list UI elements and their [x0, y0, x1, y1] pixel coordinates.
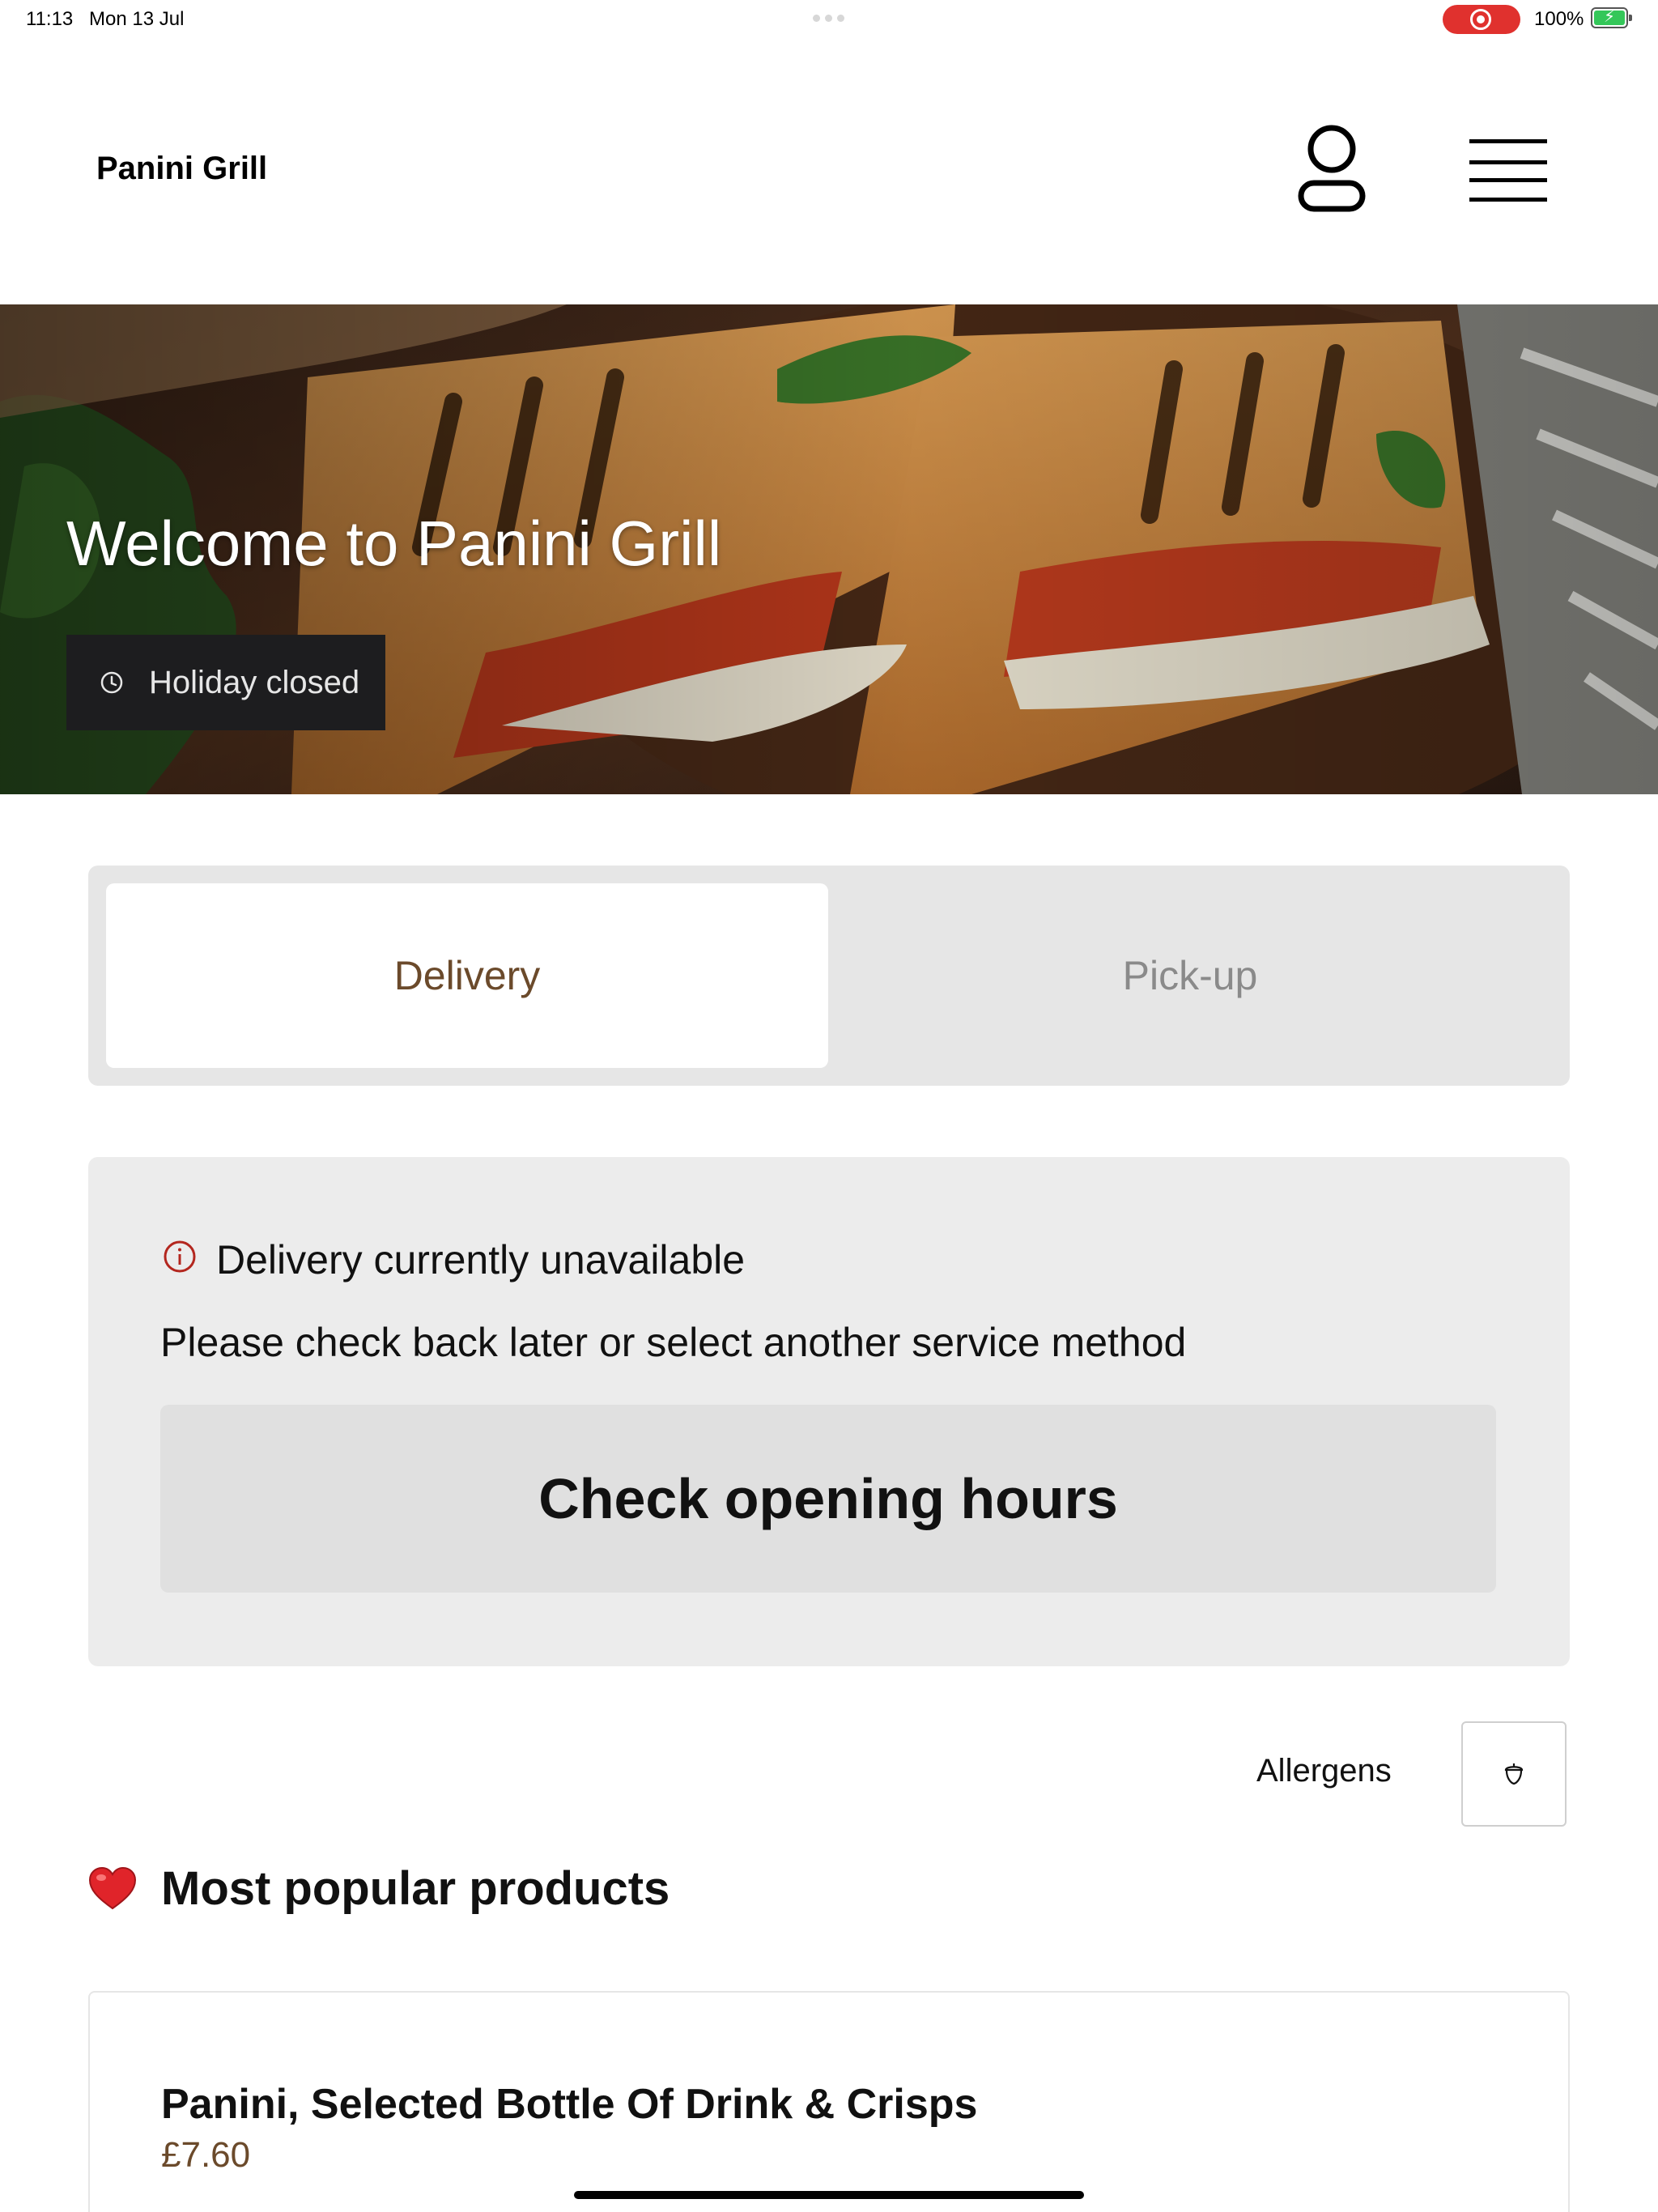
notice-description: Please check back later or select anothe…	[160, 1320, 1187, 1365]
screen-recording-icon[interactable]	[1443, 5, 1520, 34]
allergens-button[interactable]	[1461, 1721, 1567, 1827]
status-time: 11:13	[26, 8, 74, 30]
battery-percentage: 100%	[1534, 8, 1584, 30]
check-opening-hours-button[interactable]: Check opening hours	[160, 1405, 1496, 1593]
heart-icon	[88, 1866, 137, 1909]
product-card[interactable]: Panini, Selected Bottle Of Drink & Crisp…	[88, 1991, 1570, 2212]
user-icon[interactable]	[1287, 121, 1376, 219]
site-header: Panini Grill	[0, 97, 1658, 243]
brand-logo-text[interactable]: Panini Grill	[96, 151, 267, 187]
hero-title: Welcome to Panini Grill	[66, 508, 722, 579]
info-icon	[164, 1240, 196, 1273]
status-date: Mon 13 Jul	[89, 8, 185, 30]
app-screen: 11:13 Mon 13 Jul 100% Panini Grill	[0, 0, 1658, 2212]
home-indicator[interactable]	[574, 2191, 1084, 2199]
product-name: Panini, Selected Bottle Of Drink & Crisp…	[161, 2081, 978, 2128]
opening-status-text: Holiday closed	[149, 664, 360, 700]
status-bar: 11:13 Mon 13 Jul 100%	[0, 0, 1658, 39]
section-title: Most popular products	[161, 1862, 670, 1915]
hamburger-menu-icon[interactable]	[1457, 130, 1559, 211]
product-price: £7.60	[161, 2135, 251, 2175]
opening-status-badge[interactable]: Holiday closed	[66, 635, 385, 730]
tab-pick-up[interactable]: Pick-up	[829, 883, 1551, 1068]
acorn-icon	[1504, 1763, 1524, 1785]
allergens-label: Allergens	[1256, 1753, 1392, 1789]
hero-banner: Welcome to Panini Grill Holiday closed	[0, 304, 1658, 794]
service-method-tabs: Delivery Pick-up	[88, 866, 1570, 1086]
multitasking-dots-icon[interactable]	[813, 15, 845, 23]
battery-charging-icon	[1591, 6, 1632, 28]
popular-products-heading: Most popular products	[88, 1861, 670, 1916]
delivery-unavailable-notice: Delivery currently unavailable Please ch…	[88, 1157, 1570, 1666]
clock-icon	[100, 671, 123, 694]
notice-title: Delivery currently unavailable	[216, 1237, 746, 1283]
tab-delivery[interactable]: Delivery	[106, 883, 828, 1068]
